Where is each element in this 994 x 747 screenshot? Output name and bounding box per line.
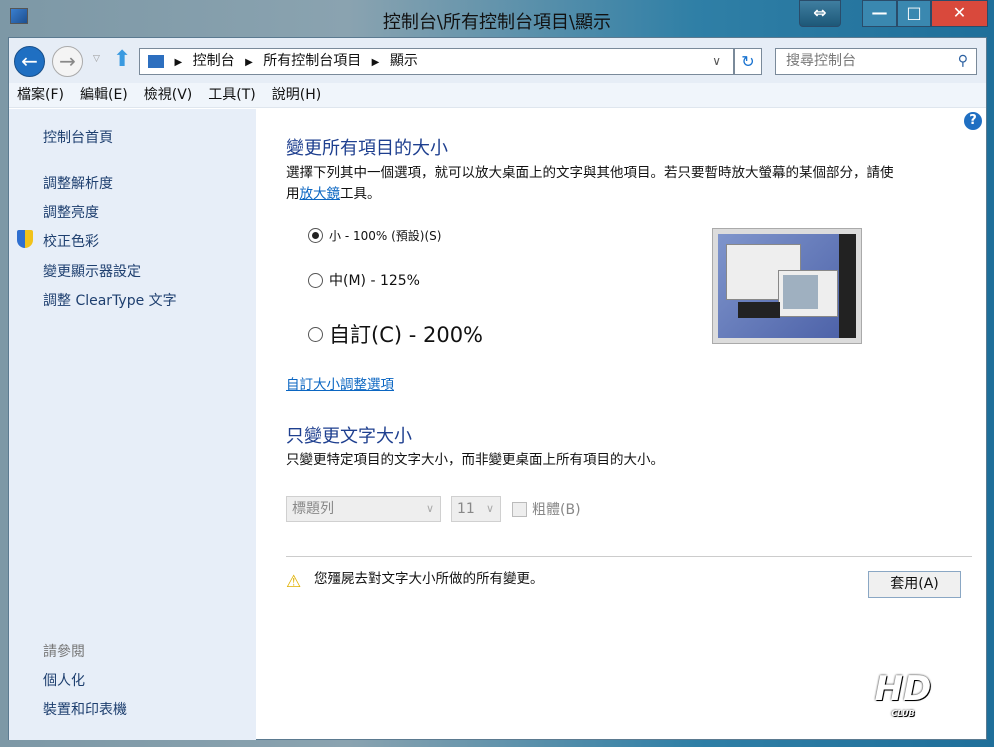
sidebar-item-cleartype[interactable]: 調整 ClearType 文字 bbox=[43, 290, 177, 310]
magnifier-link[interactable]: 放大鏡 bbox=[300, 186, 341, 202]
maximize-button[interactable]: □ bbox=[897, 0, 931, 27]
radio-custom[interactable]: 自訂(C) - 200% bbox=[308, 319, 483, 349]
window-title: 控制台\所有控制台項目\顯示 bbox=[382, 12, 612, 33]
warning-text: 您殭屍去對文字大小所做的所有變更。 bbox=[314, 571, 544, 587]
menu-file[interactable]: 檔案(F) bbox=[17, 87, 64, 103]
address-bar[interactable]: ▶ 控制台 ▶ 所有控制台項目 ▶ 顯示 ∨ bbox=[139, 48, 734, 75]
sidebar-item-calibrate-color[interactable]: 校正色彩 bbox=[43, 231, 99, 251]
address-dropdown-chevron-icon[interactable]: ∨ bbox=[712, 49, 721, 74]
address-control-panel-icon bbox=[148, 54, 164, 68]
search-input[interactable]: 搜尋控制台 ⚲ bbox=[775, 48, 977, 75]
bold-checkbox[interactable] bbox=[512, 502, 527, 517]
see-also-devices-printers[interactable]: 裝置和印表機 bbox=[43, 699, 127, 719]
breadcrumb-item[interactable]: 顯示 bbox=[390, 53, 418, 69]
font-size-select[interactable]: 11 ∨ bbox=[451, 496, 501, 522]
explorer-window: ← → ▽ ⬆ ▶ 控制台 ▶ 所有控制台項目 ▶ 顯示 ∨ ↻ 搜尋控制台 ⚲ … bbox=[8, 37, 987, 740]
menu-help[interactable]: 說明(H) bbox=[272, 87, 321, 103]
chevron-down-icon: ∨ bbox=[485, 502, 494, 515]
see-also-heading: 請參閱 bbox=[43, 644, 85, 660]
hdclub-watermark-logo: HD CLUB bbox=[874, 669, 932, 718]
sidebar-item-resolution[interactable]: 調整解析度 bbox=[43, 173, 113, 193]
window-frame: 控制台\所有控制台項目\顯示 ⇔ — □ ✕ ← → ▽ ⬆ ▶ 控制台 ▶ 所… bbox=[0, 0, 994, 747]
radio-button[interactable] bbox=[308, 326, 323, 342]
main-content: ? 變更所有項目的大小 選擇下列其中一個選項，就可以放大桌面上的文字與其他項目。… bbox=[256, 109, 986, 739]
heading-change-size: 變更所有項目的大小 bbox=[286, 138, 448, 159]
forward-button[interactable]: → bbox=[52, 46, 83, 77]
divider bbox=[286, 556, 972, 557]
apply-button[interactable]: 套用(A) bbox=[868, 571, 961, 598]
back-button[interactable]: ← bbox=[14, 46, 45, 77]
sidebar-item-brightness[interactable]: 調整亮度 bbox=[43, 202, 99, 222]
breadcrumb-separator-icon[interactable]: ▶ bbox=[372, 57, 380, 68]
help-icon[interactable]: ? bbox=[964, 112, 982, 130]
navigation-bar: ← → ▽ ⬆ ▶ 控制台 ▶ 所有控制台項目 ▶ 顯示 ∨ ↻ 搜尋控制台 ⚲ bbox=[9, 38, 986, 83]
minimize-button[interactable]: — bbox=[862, 0, 897, 27]
recent-pages-chevron-icon[interactable]: ▽ bbox=[93, 54, 100, 64]
radio-button[interactable] bbox=[308, 272, 323, 288]
radio-medium[interactable]: 中(M) - 125% bbox=[308, 270, 420, 290]
item-select[interactable]: 標題列 ∨ bbox=[286, 496, 441, 522]
refresh-button[interactable]: ↻ bbox=[734, 48, 762, 75]
breadcrumb-separator-icon[interactable]: ▶ bbox=[174, 57, 182, 68]
breadcrumb-item[interactable]: 控制台 bbox=[193, 53, 235, 69]
search-placeholder: 搜尋控制台 bbox=[786, 53, 856, 69]
radio-small[interactable]: 小 - 100% (預設)(S) bbox=[308, 227, 441, 244]
menu-bar: 檔案(F) 編輯(E) 檢視(V) 工具(T) 說明(H) bbox=[9, 83, 986, 108]
breadcrumb-separator-icon[interactable]: ▶ bbox=[245, 57, 253, 68]
bold-label: 粗體(B) bbox=[532, 502, 581, 518]
radio-button[interactable] bbox=[308, 228, 323, 243]
menu-tools[interactable]: 工具(T) bbox=[208, 87, 255, 103]
chevron-down-icon: ∨ bbox=[425, 502, 434, 515]
sidebar-item-display-settings[interactable]: 變更顯示器設定 bbox=[43, 261, 141, 281]
description-text-only: 只變更特定項目的文字大小，而非變更桌面上所有項目的大小。 bbox=[286, 452, 664, 468]
menu-view[interactable]: 檢視(V) bbox=[144, 87, 193, 103]
heading-change-text-only: 只變更文字大小 bbox=[286, 426, 412, 447]
sidebar-home-link[interactable]: 控制台首頁 bbox=[43, 127, 113, 147]
custom-sizing-options-link[interactable]: 自訂大小調整選項 bbox=[286, 375, 394, 396]
see-also-personalization[interactable]: 個人化 bbox=[43, 670, 85, 690]
warning-icon: ⚠ bbox=[286, 572, 302, 592]
description-change-size: 選擇下列其中一個選項，就可以放大桌面上的文字與其他項目。若只要暫時放大螢幕的某個… bbox=[286, 165, 894, 202]
menu-edit[interactable]: 編輯(E) bbox=[80, 87, 128, 103]
display-preview-image bbox=[712, 228, 862, 344]
up-arrow-icon[interactable]: ⬆ bbox=[113, 47, 131, 72]
breadcrumb-item[interactable]: 所有控制台項目 bbox=[263, 53, 361, 69]
snap-button[interactable]: ⇔ bbox=[799, 0, 841, 27]
shield-icon bbox=[17, 230, 33, 248]
sidebar: 控制台首頁 調整解析度 調整亮度 校正色彩 變更顯示器設定 調整 ClearTy… bbox=[9, 109, 256, 740]
search-icon[interactable]: ⚲ bbox=[958, 49, 968, 74]
close-button[interactable]: ✕ bbox=[931, 0, 988, 27]
